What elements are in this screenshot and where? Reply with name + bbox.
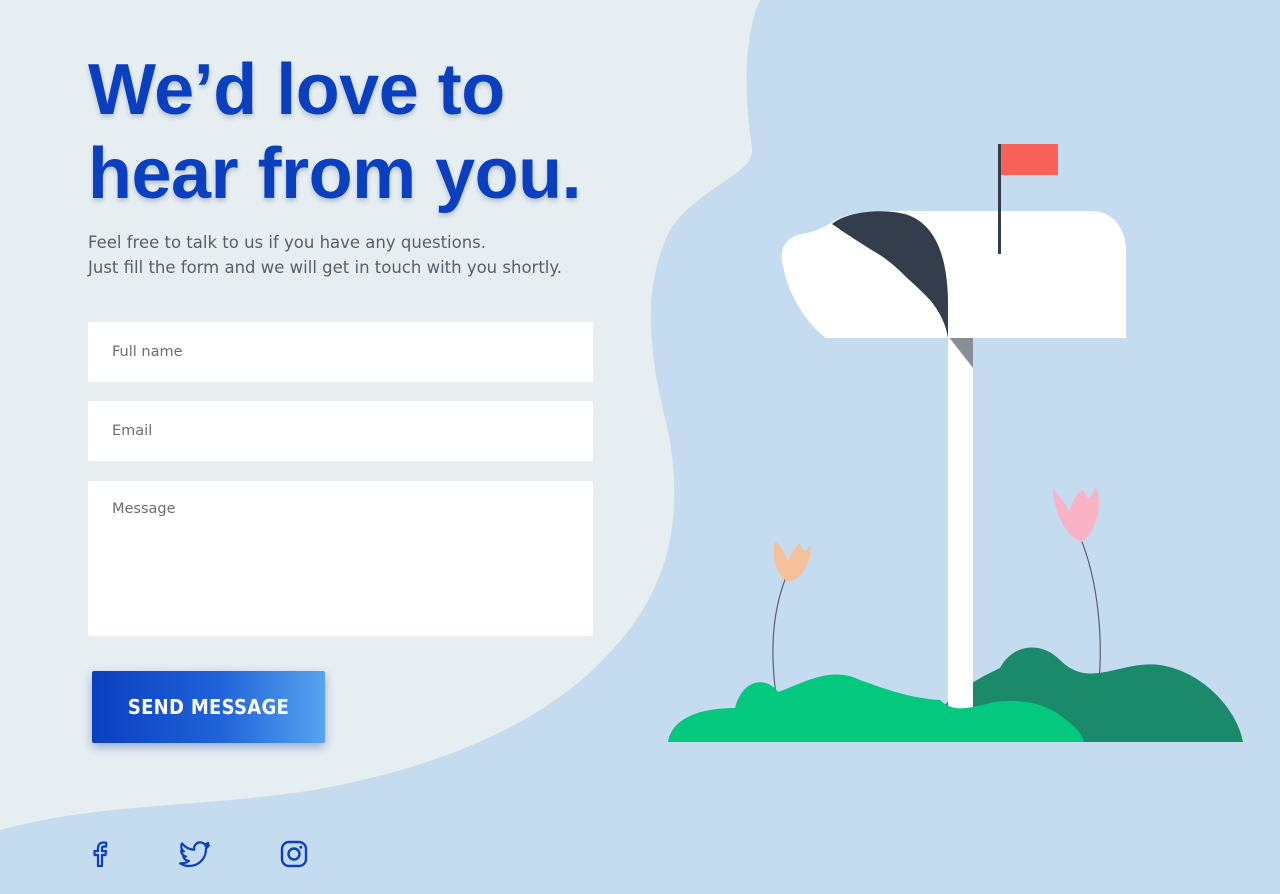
twitter-link[interactable]	[177, 836, 213, 872]
instagram-link[interactable]	[276, 836, 312, 872]
contact-panel: We’d love to hear from you. Feel free to…	[0, 0, 700, 894]
mailbox-post	[948, 336, 973, 720]
subtitle-line-2: Just fill the form and we will get in to…	[88, 258, 563, 277]
email-input[interactable]	[88, 401, 593, 461]
instagram-icon	[280, 840, 308, 868]
subtitle-line-1: Feel free to talk to us if you have any …	[88, 233, 487, 252]
message-textarea[interactable]	[88, 481, 593, 636]
flag-pole	[998, 144, 1001, 254]
pink-flower-icon	[1053, 487, 1099, 542]
flag-icon	[1001, 144, 1058, 175]
facebook-link[interactable]	[82, 836, 118, 872]
send-message-button[interactable]: SEND MESSAGE	[92, 671, 325, 743]
flower-stem-right	[1079, 536, 1101, 691]
page-title-line-2: hear from you.	[88, 134, 582, 214]
twitter-icon	[179, 841, 211, 868]
mailbox-illustration	[668, 144, 1243, 742]
full-name-input[interactable]	[88, 322, 593, 382]
page-title-line-1: We’d love to	[88, 50, 505, 130]
page-title: We’d love to hear from you.	[88, 48, 582, 216]
facebook-icon	[93, 841, 108, 868]
page-subtitle: Feel free to talk to us if you have any …	[88, 230, 562, 280]
flower-stem-left	[772, 571, 789, 696]
peach-flower-icon	[773, 541, 811, 582]
